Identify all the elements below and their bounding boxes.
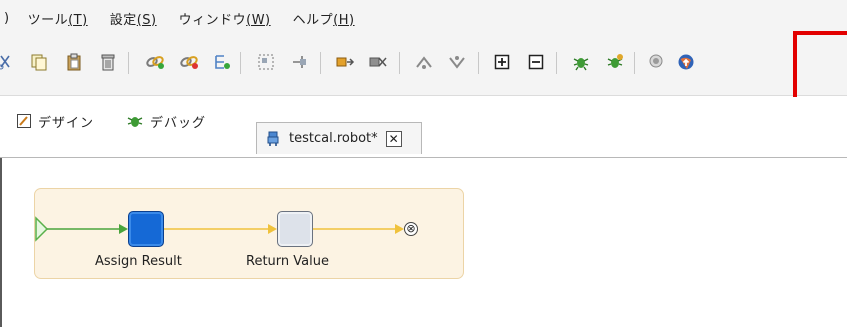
paste-icon[interactable] [63, 51, 85, 73]
menu-settings[interactable]: 設定(S) [110, 9, 157, 28]
menu-window[interactable]: ウィンドウ(W) [179, 9, 271, 28]
perspective-design-label: デザイン [38, 115, 95, 131]
debug-perspective-icon [127, 117, 143, 127]
toolbar [0, 36, 847, 96]
close-tab-button[interactable]: ✕ [385, 130, 402, 147]
cut-icon[interactable] [0, 51, 16, 73]
collapse-icon[interactable] [525, 51, 547, 73]
flow-canvas[interactable]: Assign Result Return Value ⊗ [2, 158, 847, 327]
menu-settings-mnemonic: (S) [136, 12, 157, 28]
toolbar-separator [634, 52, 635, 74]
menu-help-label: ヘルプ [292, 12, 334, 28]
ungroup-icon[interactable] [288, 51, 310, 73]
toolbar-separator [240, 52, 241, 74]
menu-help-mnemonic: (H) [333, 12, 355, 28]
editor-tab-title: testcal.robot* [289, 131, 378, 146]
perspective-debug-tab[interactable]: デバッグ [120, 107, 212, 135]
start-node[interactable] [35, 216, 49, 242]
menu-window-label: ウィンドウ [178, 12, 247, 28]
deploy-icon[interactable] [675, 51, 697, 73]
delete-icon[interactable] [97, 51, 119, 73]
menu-tools-label: ツール [27, 12, 69, 28]
design-perspective-icon [17, 114, 31, 128]
menu-item-partial[interactable]: ) [4, 11, 10, 26]
return-value-label: Return Value [246, 254, 329, 269]
assign-result-node[interactable] [128, 211, 164, 247]
debug-icon[interactable] [570, 51, 592, 73]
unlink-icon[interactable] [178, 51, 200, 73]
branch-icon[interactable] [211, 51, 233, 73]
menu-tools[interactable]: ツール(T) [28, 9, 88, 28]
arrow-head [395, 224, 404, 234]
menu-settings-label: 設定 [109, 12, 137, 28]
toolbar-separator [320, 52, 321, 74]
perspective-bar: デザイン デバッグ testcal.robot* ✕ [0, 97, 847, 157]
menu-bar: ) ツール(T) 設定(S) ウィンドウ(W) ヘルプ(H) [0, 0, 847, 36]
toolbar-separator [556, 52, 557, 74]
step-over-icon[interactable] [367, 51, 389, 73]
perspective-debug-label: デバッグ [150, 115, 207, 131]
link-icon[interactable] [144, 51, 166, 73]
menu-tools-mnemonic: (T) [68, 12, 88, 28]
menu-window-mnemonic: (W) [246, 12, 271, 28]
return-value-node[interactable] [277, 211, 313, 247]
step-in-icon[interactable] [334, 51, 356, 73]
end-node[interactable]: ⊗ [404, 222, 418, 236]
assign-result-label: Assign Result [95, 254, 182, 269]
robot-file-icon [267, 131, 279, 146]
arrow-head [119, 224, 128, 234]
editor-tab-testcal[interactable]: testcal.robot* ✕ [256, 122, 422, 154]
toolbar-separator [399, 52, 400, 74]
move-up-icon[interactable] [413, 51, 435, 73]
perspective-design-tab[interactable]: デザイン [10, 107, 100, 135]
search-icon[interactable] [646, 51, 668, 73]
menu-help[interactable]: ヘルプ(H) [293, 9, 355, 28]
toolbar-separator [128, 52, 129, 74]
copy-icon[interactable] [28, 51, 50, 73]
move-down-icon[interactable] [446, 51, 468, 73]
group-icon[interactable] [255, 51, 277, 73]
toolbar-separator [478, 52, 479, 74]
arrow-head [268, 224, 277, 234]
expand-icon[interactable] [491, 51, 513, 73]
debug-all-icon[interactable] [604, 51, 626, 73]
